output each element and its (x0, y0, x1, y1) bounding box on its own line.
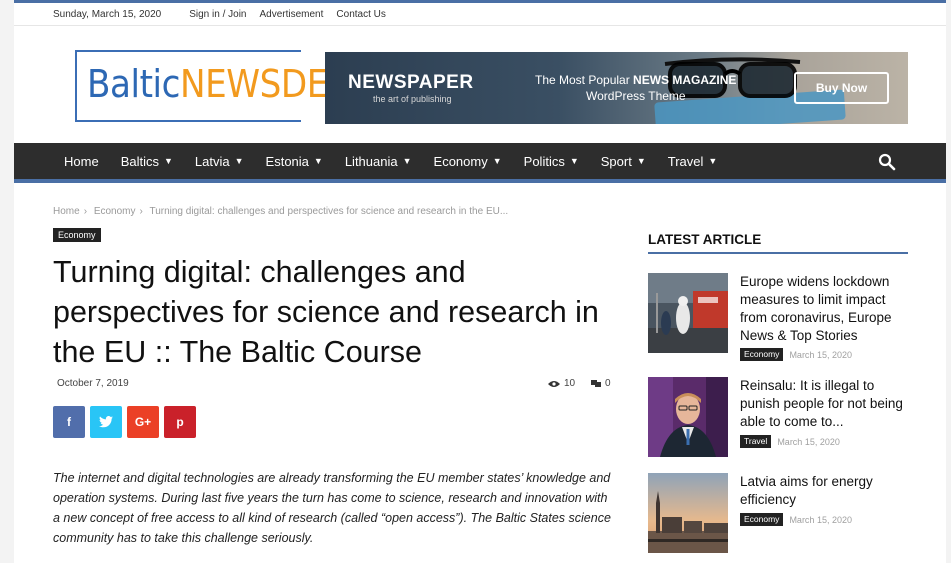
top-bar: Sunday, March 15, 2020 Sign in / Join Ad… (14, 3, 946, 26)
article-excerpt: The internet and digital technologies ar… (53, 471, 611, 545)
nav-item-latvia[interactable]: Latvia ▼ (195, 154, 244, 169)
article-thumbnail[interactable] (648, 473, 728, 553)
current-date: Sunday, March 15, 2020 (53, 8, 162, 20)
sidebar-article[interactable]: Latvia aims for energy efficiency Econom… (648, 473, 910, 555)
sidebar-article-title[interactable]: Europe widens lockdown measures to limit… (740, 273, 910, 345)
sidebar-article-title[interactable]: Reinsalu: It is illegal to punish people… (740, 377, 910, 431)
category-badge[interactable]: Travel (740, 435, 772, 448)
chevron-down-icon: ▼ (708, 156, 718, 166)
breadcrumb-current: Turning digital: challenges and perspect… (149, 206, 509, 217)
advertisement-banner[interactable]: NEWSPAPER the art of publishing The Most… (325, 52, 908, 124)
nav-item-home[interactable]: Home (64, 154, 99, 169)
pinterest-share-button[interactable]: p (164, 406, 196, 438)
banner-tagline: The Most Popular NEWS MAGAZINE (535, 73, 737, 87)
facebook-icon: f (67, 415, 71, 429)
sidebar-article-meta: Economy March 15, 2020 (740, 513, 852, 526)
chevron-down-icon: ▼ (234, 156, 244, 166)
banner-subtitle: the art of publishing (373, 94, 452, 104)
nav-item-baltics[interactable]: Baltics ▼ (121, 154, 173, 169)
main-nav: Home Baltics ▼ Latvia ▼ Estonia ▼ Lithuania… (14, 143, 946, 183)
buy-now-button[interactable]: Buy Now (794, 72, 889, 104)
breadcrumb-economy[interactable]: Economy (94, 206, 136, 217)
category-badge[interactable]: Economy (740, 513, 784, 526)
pinterest-icon: p (176, 415, 184, 429)
sidebar-article-date: March 15, 2020 (789, 514, 852, 525)
contact-us-link[interactable]: Contact Us (336, 9, 385, 20)
nav-item-lithuania[interactable]: Lithuania ▼ (345, 154, 412, 169)
article-thumbnail[interactable] (648, 273, 728, 353)
search-icon[interactable] (878, 153, 896, 171)
breadcrumb: Home › Economy › Turning digital: challeng… (53, 206, 512, 217)
chevron-down-icon: ▼ (492, 156, 502, 166)
sidebar-article-meta: Travel March 15, 2020 (740, 435, 840, 448)
category-badge[interactable]: Economy (740, 348, 784, 361)
nav-item-travel[interactable]: Travel ▼ (668, 154, 718, 169)
banner-tagline-2: WordPress Theme (586, 89, 686, 103)
nav-item-economy[interactable]: Economy ▼ (434, 154, 502, 169)
eye-icon (548, 380, 560, 387)
chevron-down-icon: ▼ (402, 156, 412, 166)
facebook-share-button[interactable]: f (53, 406, 85, 438)
chevron-down-icon: ▼ (636, 156, 646, 166)
share-buttons: f G+ p (53, 406, 201, 438)
sidebar-article[interactable]: Reinsalu: It is illegal to punish people… (648, 377, 910, 459)
chevron-down-icon: ▼ (163, 156, 173, 166)
breadcrumb-separator: › (139, 206, 143, 217)
sidebar-article-title[interactable]: Latvia aims for energy efficiency (740, 473, 910, 509)
googleplus-icon: G+ (134, 415, 152, 429)
sidebar-title: LATEST ARTICLE (648, 232, 908, 254)
nav-item-estonia[interactable]: Estonia ▼ (266, 154, 323, 169)
site-logo[interactable]: BalticNEWSDESK (75, 50, 372, 122)
chevron-down-icon: ▼ (569, 156, 579, 166)
header: BalticNEWSDESK NEWSPAPER the art of publ… (14, 26, 946, 143)
twitter-icon (99, 416, 113, 428)
breadcrumb-separator: › (83, 206, 88, 217)
nav-item-sport[interactable]: Sport ▼ (601, 154, 646, 169)
nav-item-politics[interactable]: Politics ▼ (524, 154, 579, 169)
comment-icon (591, 379, 601, 387)
page: Sunday, March 15, 2020 Sign in / Join Ad… (14, 0, 946, 563)
article-date: October 7, 2019 (57, 378, 129, 389)
article-thumbnail[interactable] (648, 377, 728, 457)
chevron-down-icon: ▼ (313, 156, 323, 166)
advertisement-link[interactable]: Advertisement (259, 9, 323, 20)
breadcrumb-home[interactable]: Home (53, 206, 80, 217)
article-title: Turning digital: challenges and perspect… (53, 255, 599, 369)
sidebar-article[interactable]: Europe widens lockdown measures to limit… (648, 273, 910, 361)
sidebar-article-date: March 15, 2020 (777, 436, 840, 447)
googleplus-share-button[interactable]: G+ (127, 406, 159, 438)
sign-in-link[interactable]: Sign in / Join (189, 9, 246, 20)
sidebar-article-date: March 15, 2020 (789, 349, 852, 360)
comment-count[interactable]: 0 (591, 378, 611, 389)
sidebar-article-meta: Economy March 15, 2020 (740, 348, 852, 361)
banner-title: NEWSPAPER (348, 72, 474, 93)
category-badge[interactable]: Economy (53, 228, 101, 242)
view-count: 10 (548, 378, 575, 389)
twitter-share-button[interactable] (90, 406, 122, 438)
